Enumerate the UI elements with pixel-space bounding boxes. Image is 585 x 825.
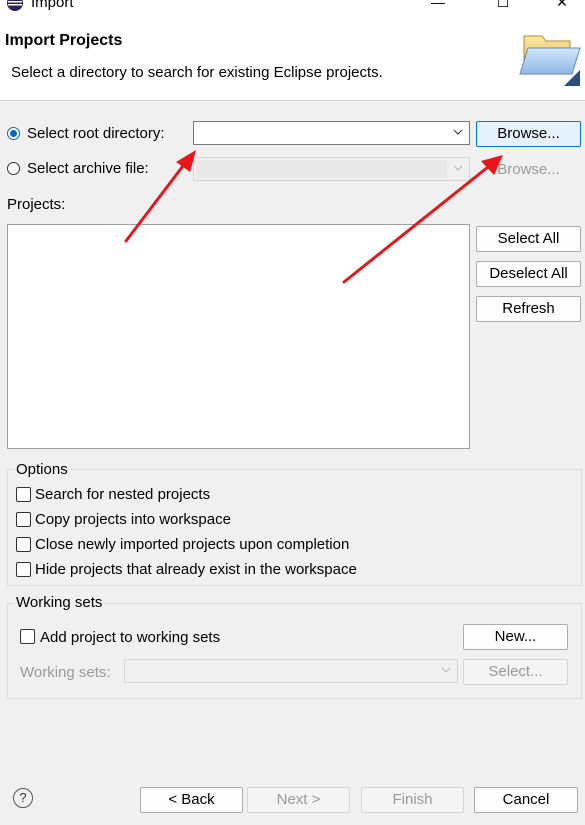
header-banner bbox=[0, 18, 585, 101]
browse-root-button[interactable]: Browse... bbox=[476, 121, 581, 147]
options-title: Options bbox=[14, 461, 70, 479]
folder-icon bbox=[518, 26, 582, 88]
archive-file-label: Select archive file: bbox=[27, 160, 149, 177]
chevron-down-icon[interactable] bbox=[441, 665, 451, 675]
window-title: Import bbox=[31, 0, 74, 11]
back-button[interactable]: < Back bbox=[140, 787, 243, 813]
hide-existing-label: Hide projects that already exist in the … bbox=[35, 561, 357, 578]
chevron-down-icon[interactable] bbox=[453, 163, 463, 173]
working-sets-title: Working sets bbox=[14, 594, 105, 612]
close-imported-checkbox[interactable] bbox=[16, 537, 31, 552]
help-icon[interactable]: ? bbox=[13, 788, 33, 808]
page-description: Select a directory to search for existin… bbox=[11, 64, 383, 81]
nested-projects-checkbox[interactable] bbox=[16, 487, 31, 502]
chevron-down-icon[interactable] bbox=[453, 127, 463, 137]
working-sets-label: Working sets: bbox=[20, 664, 111, 681]
browse-archive-button[interactable]: Browse... bbox=[476, 157, 581, 183]
add-working-sets-checkbox[interactable] bbox=[20, 629, 35, 644]
maximize-icon[interactable]: ☐ bbox=[488, 0, 518, 14]
select-all-button[interactable]: Select All bbox=[476, 226, 581, 252]
page-title: Import Projects bbox=[5, 32, 123, 49]
cancel-button[interactable]: Cancel bbox=[474, 787, 578, 813]
close-imported-label: Close newly imported projects upon compl… bbox=[35, 536, 350, 553]
minimize-icon[interactable]: — bbox=[423, 0, 453, 14]
hide-existing-checkbox[interactable] bbox=[16, 562, 31, 577]
root-directory-label: Select root directory: bbox=[27, 125, 165, 142]
deselect-all-button[interactable]: Deselect All bbox=[476, 261, 581, 287]
new-working-set-button[interactable]: New... bbox=[463, 624, 568, 650]
copy-projects-checkbox[interactable] bbox=[16, 512, 31, 527]
finish-button[interactable]: Finish bbox=[361, 787, 464, 813]
next-button[interactable]: Next > bbox=[247, 787, 350, 813]
nested-projects-label: Search for nested projects bbox=[35, 486, 211, 503]
archive-file-radio[interactable] bbox=[7, 162, 20, 175]
projects-list[interactable] bbox=[7, 224, 470, 449]
select-working-sets-button[interactable]: Select... bbox=[463, 659, 568, 685]
root-directory-combo[interactable] bbox=[193, 121, 470, 145]
eclipse-app-icon bbox=[6, 0, 24, 12]
refresh-button[interactable]: Refresh bbox=[476, 296, 581, 322]
projects-label: Projects: bbox=[7, 196, 66, 213]
working-sets-combo[interactable] bbox=[124, 659, 458, 683]
close-icon[interactable]: ✕ bbox=[547, 0, 577, 14]
archive-file-combo[interactable] bbox=[193, 157, 470, 181]
root-directory-radio[interactable] bbox=[7, 127, 20, 140]
copy-projects-label: Copy projects into workspace bbox=[35, 511, 231, 528]
add-working-sets-label: Add project to working sets bbox=[40, 629, 221, 646]
